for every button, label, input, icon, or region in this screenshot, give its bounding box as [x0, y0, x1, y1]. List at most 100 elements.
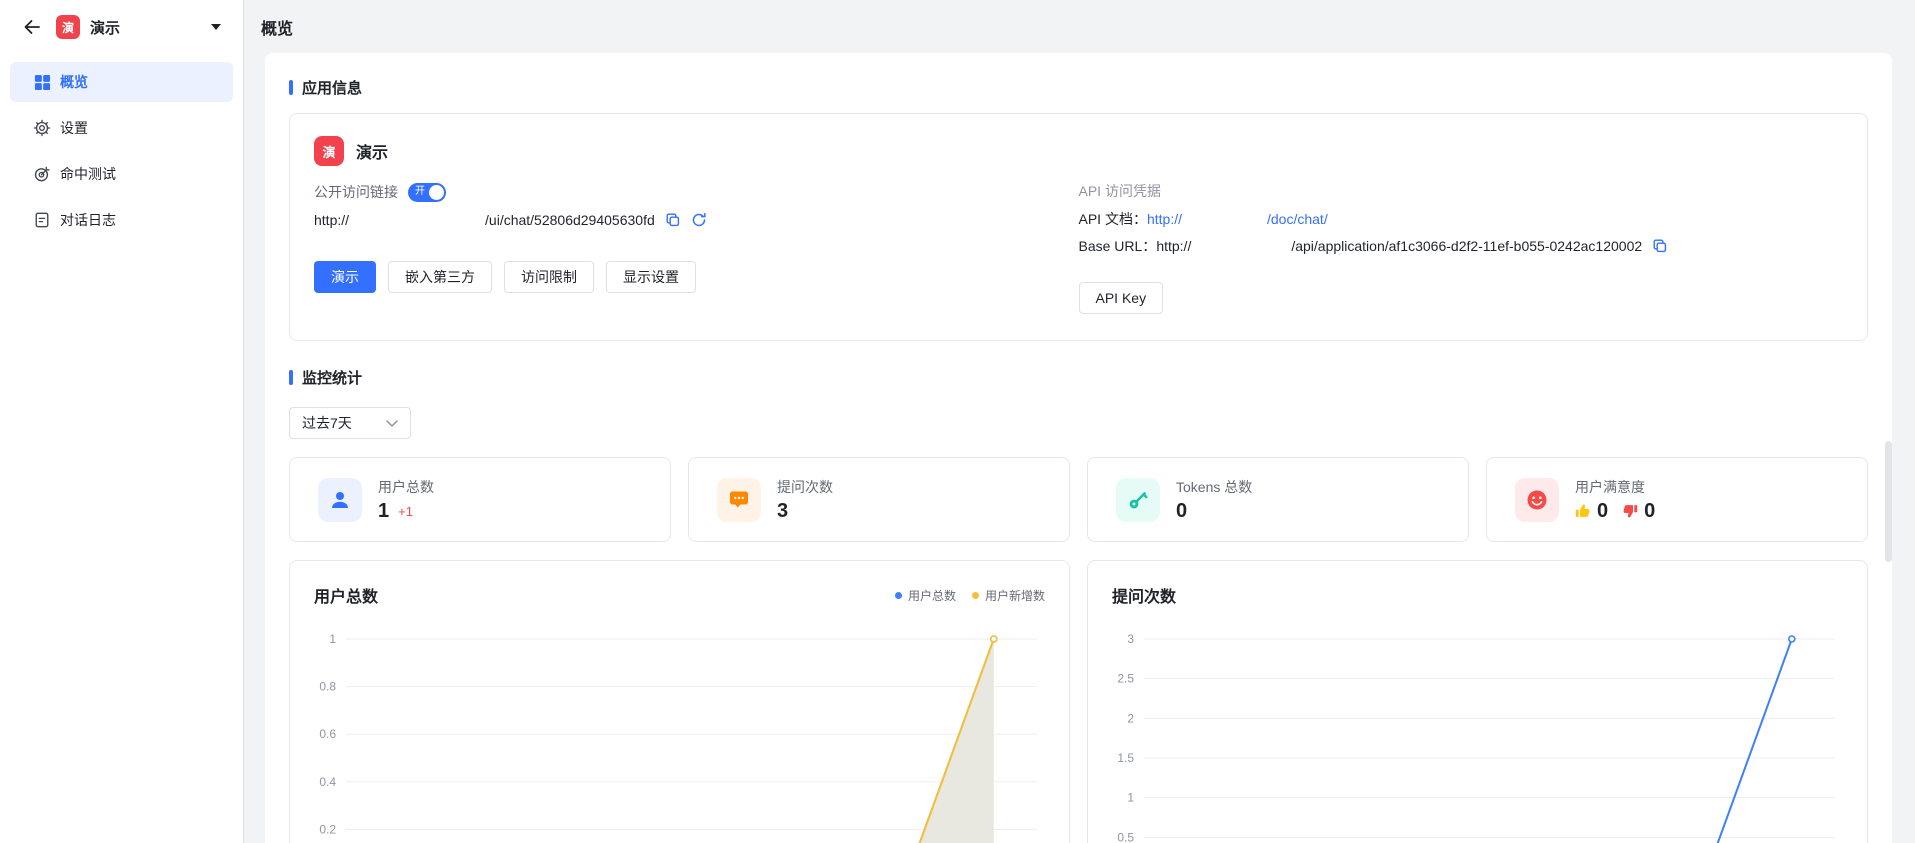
copy-icon [665, 212, 681, 228]
copy-icon [1652, 238, 1668, 254]
app-avatar: 演 [314, 136, 344, 166]
display-settings-button[interactable]: 显示设置 [606, 261, 696, 293]
grid-icon [33, 73, 51, 91]
refresh-icon [691, 212, 707, 228]
user-icon [318, 478, 362, 522]
chat-bubble-icon [717, 478, 761, 522]
stat-label: 用户总数 [378, 477, 434, 497]
app-info-card: 演 演示 公开访问链接 开 http:// [289, 113, 1868, 341]
svg-text:0.6: 0.6 [319, 727, 336, 741]
sidebar-nav: 概览 设置 命中测试 对话日志 [0, 54, 243, 254]
arrow-left-icon [22, 17, 42, 37]
scrollbar-thumb[interactable] [1885, 441, 1892, 562]
stat-card-tokens: Tokens 总数 0 [1087, 457, 1469, 542]
sidebar-item-chat-log[interactable]: 对话日志 [10, 200, 233, 240]
gear-icon [33, 119, 51, 137]
stat-value: 0 [1176, 500, 1187, 523]
svg-text:0.4: 0.4 [319, 775, 336, 789]
section-accent-bar [289, 80, 293, 95]
svg-text:1: 1 [329, 632, 336, 646]
api-doc-label: API 文档： [1079, 209, 1147, 229]
chart-legend: 用户总数 用户新增数 [895, 587, 1045, 604]
copy-url-button[interactable] [665, 212, 681, 228]
public-access-column: 公开访问链接 开 http:// /ui/chat/52806d29405630… [314, 181, 1079, 314]
refresh-url-button[interactable] [691, 212, 707, 228]
sidebar-item-label: 对话日志 [60, 210, 116, 230]
likes-count: 0 [1597, 500, 1608, 523]
stat-label: Tokens 总数 [1176, 477, 1252, 497]
base-url-path: /api/application/af1c3066-d2f2-11ef-b055… [1291, 238, 1642, 254]
sidebar-item-label: 命中测试 [60, 164, 116, 184]
legend-item-new-users[interactable]: 用户新增数 [972, 587, 1045, 604]
svg-text:2: 2 [1127, 711, 1134, 725]
app-title-row: 演 演示 [314, 136, 1843, 166]
stat-label: 提问次数 [777, 477, 833, 497]
chart-card-total-users: 用户总数 用户总数 用户新增数 10.80.60.40.20 [289, 560, 1070, 843]
chart-card-questions: 提问次数 32.521.510.50 [1087, 560, 1868, 843]
back-button[interactable] [22, 17, 42, 37]
api-doc-row: API 文档： http:// /doc/chat/ [1079, 208, 1844, 230]
stat-cards: 用户总数 1 +1 提问次数 3 [289, 457, 1868, 542]
demo-button[interactable]: 演示 [314, 261, 376, 293]
thumbs-down-icon [1622, 503, 1638, 519]
page-title: 概览 [261, 15, 293, 39]
chart-title: 用户总数 [314, 583, 378, 607]
charts-row: 用户总数 用户总数 用户新增数 10.80.60.40.20 [289, 560, 1868, 843]
svg-text:1: 1 [1127, 791, 1134, 805]
app-switcher-button[interactable] [207, 20, 225, 34]
main-area: 概览 应用信息 演 演示 公开访问链接 开 [245, 0, 1915, 843]
total-users-line-chart: 10.80.60.40.20 [290, 613, 1069, 843]
public-url-prefix: http:// [314, 212, 349, 228]
legend-item-total-users[interactable]: 用户总数 [895, 587, 956, 604]
dislikes-count: 0 [1644, 500, 1655, 523]
api-doc-link-prefix[interactable]: http:// [1147, 211, 1182, 227]
content-panel: 应用信息 演 演示 公开访问链接 开 ht [265, 53, 1892, 843]
sidebar-item-label: 设置 [60, 118, 88, 138]
chevron-down-icon [386, 420, 398, 427]
app-avatar: 演 [56, 15, 80, 39]
time-range-select[interactable]: 过去7天 [289, 407, 411, 439]
api-credentials-label: API 访问凭据 [1079, 181, 1844, 203]
copy-base-url-button[interactable] [1652, 238, 1668, 254]
target-icon [33, 165, 51, 183]
stat-card-total-users: 用户总数 1 +1 [289, 457, 671, 542]
stat-delta: +1 [398, 504, 413, 519]
svg-text:0.5: 0.5 [1117, 830, 1134, 843]
sidebar-item-label: 概览 [60, 72, 88, 92]
sidebar-header: 演 演示 [0, 0, 243, 54]
monitor-section-head: 监控统计 [289, 367, 1868, 388]
questions-line-chart: 32.521.510.50 [1088, 613, 1867, 843]
sidebar-item-settings[interactable]: 设置 [10, 108, 233, 148]
public-link-toggle[interactable]: 开 [408, 183, 446, 202]
base-url-prefix: http:// [1156, 238, 1191, 254]
sidebar-item-hit-test[interactable]: 命中测试 [10, 154, 233, 194]
api-key-button[interactable]: API Key [1079, 282, 1164, 314]
toggle-on-label: 开 [415, 187, 425, 197]
thumbs-up-icon [1575, 503, 1591, 519]
embed-third-party-button[interactable]: 嵌入第三方 [388, 261, 492, 293]
page-header: 概览 [245, 0, 1915, 53]
svg-text:0.2: 0.2 [319, 822, 336, 836]
time-range-value: 过去7天 [302, 413, 352, 433]
sidebar: 演 演示 概览 设置 命中测试 对话日志 [0, 0, 244, 843]
svg-text:0.8: 0.8 [319, 680, 336, 694]
legend-dot [972, 592, 979, 599]
stat-label: 用户满意度 [1575, 477, 1669, 497]
api-doc-link-path[interactable]: /doc/chat/ [1267, 211, 1328, 227]
svg-text:3: 3 [1127, 632, 1134, 646]
base-url-label: Base URL： [1079, 236, 1157, 256]
base-url-row: Base URL： http:// /api/application/af1c3… [1079, 235, 1844, 257]
svg-text:1.5: 1.5 [1117, 751, 1134, 765]
access-restriction-button[interactable]: 访问限制 [504, 261, 594, 293]
stat-value: 1 [378, 500, 389, 523]
chart-title: 提问次数 [1112, 583, 1176, 607]
section-accent-bar [289, 370, 293, 385]
public-link-label: 公开访问链接 [314, 182, 398, 202]
app-actions: 演示 嵌入第三方 访问限制 显示设置 [314, 261, 1079, 293]
app-info-section-head: 应用信息 [289, 77, 1868, 98]
public-url-path: /ui/chat/52806d29405630fd [485, 212, 655, 228]
svg-text:2.5: 2.5 [1117, 672, 1134, 686]
toggle-knob [429, 185, 444, 200]
legend-dot [895, 592, 902, 599]
sidebar-item-overview[interactable]: 概览 [10, 62, 233, 102]
